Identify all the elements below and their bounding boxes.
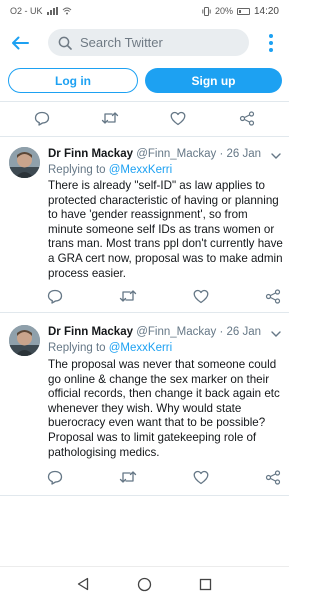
heart-icon (193, 289, 209, 303)
tweet-text: The proposal was never that someone coul… (48, 358, 280, 459)
arrow-left-icon (12, 36, 29, 50)
search-icon (58, 36, 72, 50)
search-header (0, 26, 289, 60)
nav-back-button[interactable] (75, 576, 91, 592)
reply-icon (47, 470, 63, 485)
separator: · (219, 326, 224, 338)
signal-icon (46, 7, 58, 15)
divider (0, 101, 289, 102)
reply-button[interactable] (46, 287, 64, 305)
status-bar: O2 - UK 20% 14:20 (0, 0, 289, 22)
triangle-back-icon (77, 577, 89, 591)
retweet-icon (101, 112, 119, 124)
like-button[interactable] (192, 287, 210, 305)
system-nav-bar (0, 566, 289, 600)
battery-icon (236, 7, 250, 15)
square-recents-icon (199, 578, 211, 590)
share-button[interactable] (238, 109, 256, 127)
more-dot (269, 48, 273, 52)
handle[interactable]: @Finn_Mackay (136, 148, 216, 160)
carrier-label: O2 - UK (10, 6, 43, 16)
replying-to: Replying to @MexxKerri (48, 342, 172, 354)
more-vertical-icon (269, 34, 273, 38)
back-button[interactable] (9, 32, 31, 54)
tweet-date[interactable]: 26 Jan (227, 326, 262, 338)
signup-button[interactable]: Sign up (145, 68, 282, 93)
display-name[interactable]: Dr Finn Mackay (48, 148, 133, 160)
tweet[interactable]: Dr Finn Mackay @Finn_Mackay · 26 Jan Rep… (0, 313, 289, 488)
auth-buttons: Log in Sign up (0, 68, 289, 94)
reply-button[interactable] (33, 109, 51, 127)
retweet-icon (119, 471, 137, 483)
share-icon (265, 288, 281, 304)
more-options-button[interactable] (265, 31, 277, 55)
share-icon (239, 110, 255, 126)
status-left: O2 - UK (10, 6, 72, 16)
nav-recents-button[interactable] (197, 576, 213, 592)
replying-to: Replying to @MexxKerri (48, 164, 172, 176)
search-input[interactable] (80, 35, 230, 50)
tweet-actions (0, 468, 289, 488)
avatar[interactable] (9, 325, 40, 356)
heart-icon (170, 111, 186, 125)
search-bar[interactable] (48, 29, 249, 56)
separator: · (219, 148, 224, 160)
tweet-header: Dr Finn Mackay @Finn_Mackay · 26 Jan (48, 326, 273, 338)
divider (0, 495, 289, 496)
mention-link[interactable]: @MexxKerri (109, 164, 172, 176)
like-button[interactable] (192, 468, 210, 486)
avatar-image (9, 325, 40, 356)
clock: 14:20 (253, 5, 279, 17)
handle[interactable]: @Finn_Mackay (136, 326, 216, 338)
retweet-button[interactable] (119, 468, 137, 486)
share-icon (265, 469, 281, 485)
replying-to-label: Replying to (48, 164, 106, 176)
nav-home-button[interactable] (136, 576, 152, 592)
circle-home-icon (137, 577, 151, 591)
chevron-down-icon[interactable] (270, 329, 282, 339)
avatar-image (9, 147, 40, 178)
login-button[interactable]: Log in (8, 68, 138, 93)
tweet-date[interactable]: 26 Jan (227, 148, 262, 160)
tweet-header: Dr Finn Mackay @Finn_Mackay · 26 Jan (48, 148, 273, 160)
retweet-button[interactable] (119, 287, 137, 305)
tweet-actions (0, 287, 289, 307)
battery-percent: 20% (214, 6, 233, 16)
tweet[interactable]: Dr Finn Mackay @Finn_Mackay · 26 Jan Rep… (0, 137, 289, 311)
retweet-icon (119, 290, 137, 302)
chevron-down-icon[interactable] (270, 151, 282, 161)
reply-icon (34, 111, 50, 126)
reply-icon (47, 289, 63, 304)
like-button[interactable] (169, 109, 187, 127)
tweet-text: There is already "self-ID" as law applie… (48, 179, 283, 280)
more-dot (269, 41, 273, 45)
status-right: 20% 14:20 (202, 6, 279, 17)
heart-icon (193, 470, 209, 484)
reply-button[interactable] (46, 468, 64, 486)
avatar[interactable] (9, 147, 40, 178)
mention-link[interactable]: @MexxKerri (109, 342, 172, 354)
share-button[interactable] (264, 468, 282, 486)
share-button[interactable] (264, 287, 282, 305)
display-name[interactable]: Dr Finn Mackay (48, 326, 133, 338)
previous-tweet-actions (0, 109, 289, 129)
wifi-icon (62, 7, 71, 15)
replying-to-label: Replying to (48, 342, 106, 354)
retweet-button[interactable] (101, 109, 119, 127)
vibrate-icon (202, 6, 211, 16)
